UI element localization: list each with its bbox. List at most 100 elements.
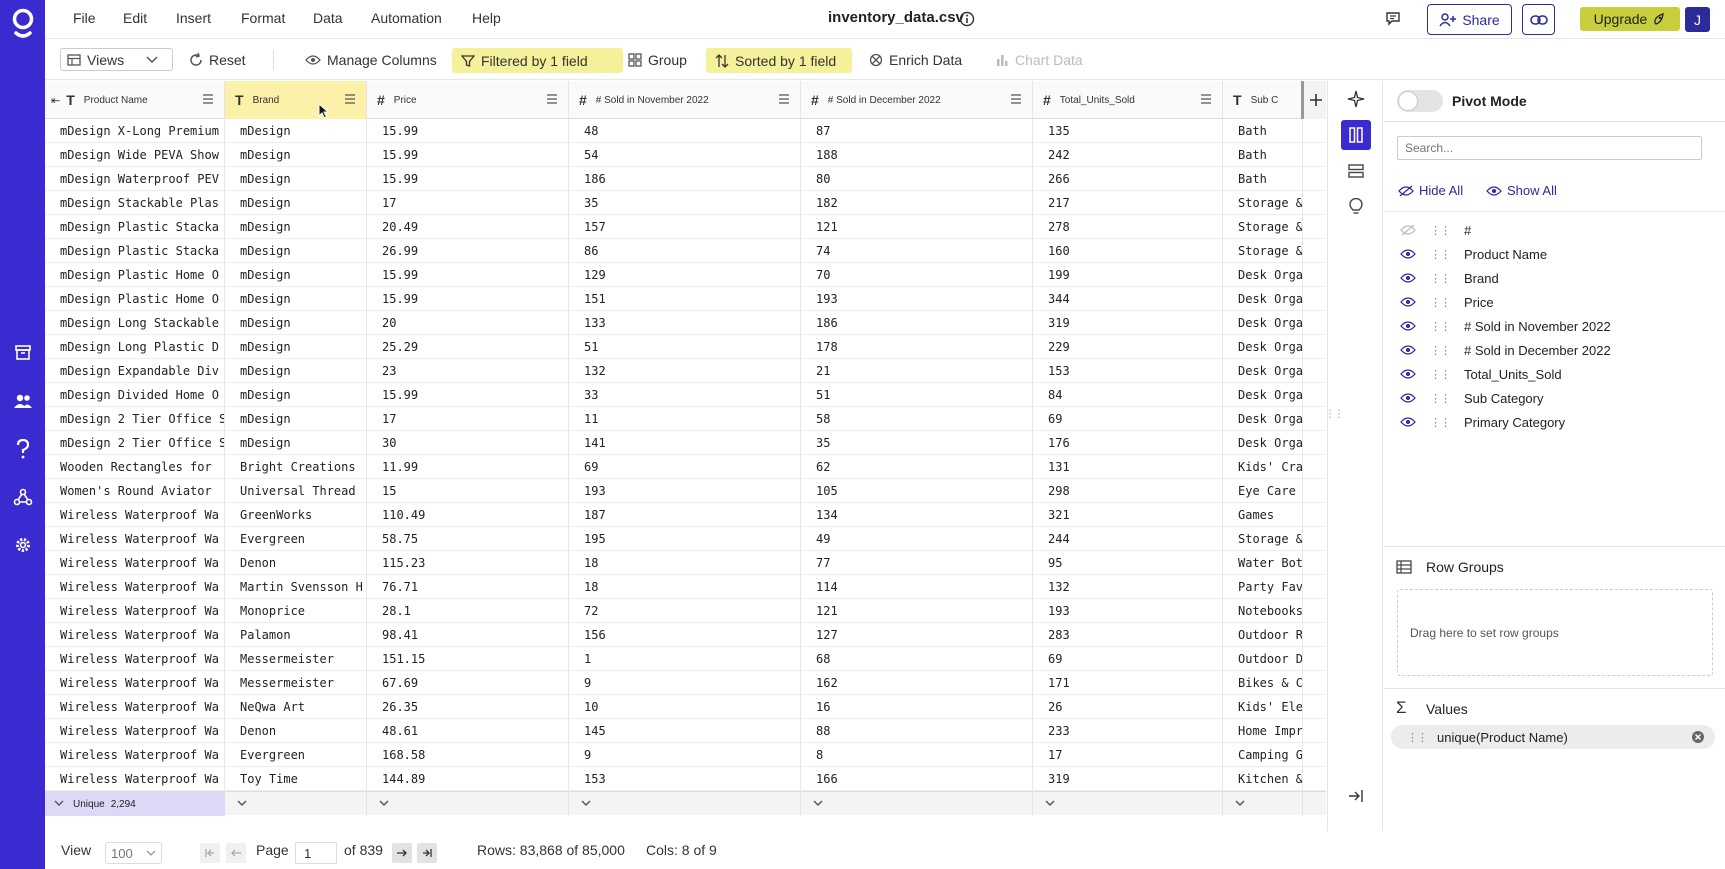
table-cell[interactable]: Outdoor Deco	[1223, 647, 1303, 671]
table-cell[interactable]: 30	[367, 431, 569, 455]
page-size-select[interactable]: 100	[105, 842, 162, 864]
header-sold-dec[interactable]: # # Sold in December 2022	[801, 81, 1033, 119]
table-cell[interactable]: 54	[569, 143, 801, 167]
table-cell[interactable]: Wireless Waterproof Wa	[45, 599, 225, 623]
table-cell[interactable]: Outdoor Recr	[1223, 623, 1303, 647]
table-cell[interactable]: Desk Organiz	[1223, 407, 1303, 431]
table-cell[interactable]: Eye Care	[1223, 479, 1303, 503]
table-cell[interactable]: Wireless Waterproof Wa	[45, 647, 225, 671]
resize-handle-icon[interactable]: ⋮⋮	[1325, 409, 1344, 420]
table-cell[interactable]: 121	[801, 215, 1033, 239]
table-cell[interactable]: mDesign	[225, 215, 367, 239]
table-cell[interactable]: Storage & Or	[1223, 215, 1303, 239]
header-product-name[interactable]: ⇤ T Product Name	[45, 81, 225, 119]
eye-icon[interactable]	[1400, 320, 1416, 332]
users-icon[interactable]	[10, 388, 35, 413]
last-page-button[interactable]	[417, 843, 437, 863]
column-menu-icon[interactable]	[344, 94, 356, 104]
table-row[interactable]: Wireless Waterproof Wa Martin Svensson H7…	[45, 575, 1326, 599]
table-row[interactable]: Wireless Waterproof Wa Evergreen 168.58 9 8 1…	[45, 743, 1326, 767]
table-cell[interactable]: Bath	[1223, 167, 1303, 191]
table-cell[interactable]: Desk Organiz	[1223, 359, 1303, 383]
table-row[interactable]: mDesign Divided Home OmDesign 15.99 33 51 84…	[45, 383, 1326, 407]
page-number-input[interactable]: 1	[295, 842, 337, 864]
table-cell[interactable]: mDesign Divided Home O	[45, 383, 225, 407]
eye-icon[interactable]	[1400, 296, 1416, 308]
table-cell[interactable]: 162	[801, 671, 1033, 695]
views-dropdown[interactable]: Views	[60, 48, 173, 71]
table-cell[interactable]: 115.23	[367, 551, 569, 575]
table-row[interactable]: Wireless Waterproof Wa GreenWorks 110.49 18…	[45, 503, 1326, 527]
table-row[interactable]: mDesign Stackable Plas mDesign 17 35 182 217 S…	[45, 191, 1326, 215]
table-cell[interactable]: mDesign Long Stackable	[45, 311, 225, 335]
column-list-item[interactable]: ⋮⋮ Brand	[1400, 267, 1499, 289]
eye-icon[interactable]	[1400, 248, 1416, 260]
table-cell[interactable]: 25.29	[367, 335, 569, 359]
table-cell[interactable]: 283	[1033, 623, 1223, 647]
table-cell[interactable]: mDesign	[225, 167, 367, 191]
table-cell[interactable]: 28.1	[367, 599, 569, 623]
header-sold-nov[interactable]: # # Sold in November 2022	[569, 81, 801, 119]
table-cell[interactable]: 69	[1033, 647, 1223, 671]
table-cell[interactable]: 132	[1033, 575, 1223, 599]
table-cell[interactable]: Wireless Waterproof Wa	[45, 575, 225, 599]
table-cell[interactable]: 121	[801, 599, 1033, 623]
header-sub-category[interactable]: T Sub C	[1223, 81, 1303, 119]
table-cell[interactable]: Bath	[1223, 119, 1303, 143]
rows-tab-icon[interactable]	[1341, 156, 1371, 186]
table-cell[interactable]: Desk Organiz	[1223, 311, 1303, 335]
table-cell[interactable]: NeQwa Art	[225, 695, 367, 719]
table-cell[interactable]: 319	[1033, 311, 1223, 335]
table-cell[interactable]: 72	[569, 599, 801, 623]
table-cell[interactable]: Desk Organiz	[1223, 287, 1303, 311]
table-row[interactable]: Women's Round Aviator Universal Thread 15 1…	[45, 479, 1326, 503]
menu-insert[interactable]: Insert	[176, 10, 211, 26]
footer-aggregate-cell[interactable]	[225, 792, 367, 816]
table-cell[interactable]: 69	[569, 455, 801, 479]
table-cell[interactable]: 84	[1033, 383, 1223, 407]
table-cell[interactable]: 48	[569, 119, 801, 143]
table-row[interactable]: mDesign Plastic Home OmDesign 15.99 129 70 1…	[45, 263, 1326, 287]
settings-gear-icon[interactable]	[10, 532, 35, 557]
drag-handle-icon[interactable]: ⋮⋮	[1430, 416, 1451, 429]
table-cell[interactable]: mDesign 2 Tier Office Sp	[45, 431, 225, 455]
show-all-button[interactable]: Show All	[1486, 183, 1557, 198]
table-cell[interactable]: 298	[1033, 479, 1223, 503]
table-cell[interactable]: mDesign	[225, 263, 367, 287]
table-cell[interactable]: Kids' Electr	[1223, 695, 1303, 719]
table-cell[interactable]: 168.58	[367, 743, 569, 767]
table-cell[interactable]: Messermeister	[225, 647, 367, 671]
table-cell[interactable]: 18	[569, 575, 801, 599]
table-cell[interactable]: mDesign Wide PEVA Show	[45, 143, 225, 167]
drag-handle-icon[interactable]: ⋮⋮	[1407, 731, 1428, 744]
table-cell[interactable]: Wireless Waterproof Wa	[45, 551, 225, 575]
table-row[interactable]: mDesign Wide PEVA Show mDesign 15.99 54 188 2…	[45, 143, 1326, 167]
user-avatar[interactable]: J	[1685, 7, 1710, 32]
table-cell[interactable]: Desk Organiz	[1223, 263, 1303, 287]
table-cell[interactable]: 105	[801, 479, 1033, 503]
table-cell[interactable]: 49	[801, 527, 1033, 551]
table-cell[interactable]: Wireless Waterproof Wa	[45, 695, 225, 719]
table-cell[interactable]: 186	[569, 167, 801, 191]
column-menu-icon[interactable]	[1200, 94, 1212, 104]
table-cell[interactable]: Kitchen & Di	[1223, 767, 1303, 791]
columns-tab-icon[interactable]	[1341, 120, 1371, 150]
table-row[interactable]: mDesign X-Long Premium mDesign 15.99 48 87 13…	[45, 119, 1326, 143]
table-cell[interactable]: 129	[569, 263, 801, 287]
table-cell[interactable]: 193	[1033, 599, 1223, 623]
table-cell[interactable]: 15.99	[367, 287, 569, 311]
table-row[interactable]: mDesign Plastic Home OmDesign 15.99 151 193…	[45, 287, 1326, 311]
header-price[interactable]: # Price	[367, 81, 569, 119]
table-row[interactable]: mDesign 2 Tier Office Sp mDesign 17 11 58 69 D…	[45, 407, 1326, 431]
table-cell[interactable]: 193	[569, 479, 801, 503]
menu-format[interactable]: Format	[241, 10, 285, 26]
next-page-button[interactable]	[392, 843, 412, 863]
table-cell[interactable]: 229	[1033, 335, 1223, 359]
header-total-units[interactable]: # Total_Units_Sold	[1033, 81, 1223, 119]
table-cell[interactable]: 195	[569, 527, 801, 551]
column-menu-icon[interactable]	[546, 94, 558, 104]
table-row[interactable]: mDesign Long Plastic DmDesign 25.29 51 178 2…	[45, 335, 1326, 359]
table-cell[interactable]: Storage & Or	[1223, 239, 1303, 263]
table-cell[interactable]: 233	[1033, 719, 1223, 743]
table-cell[interactable]: 26.35	[367, 695, 569, 719]
